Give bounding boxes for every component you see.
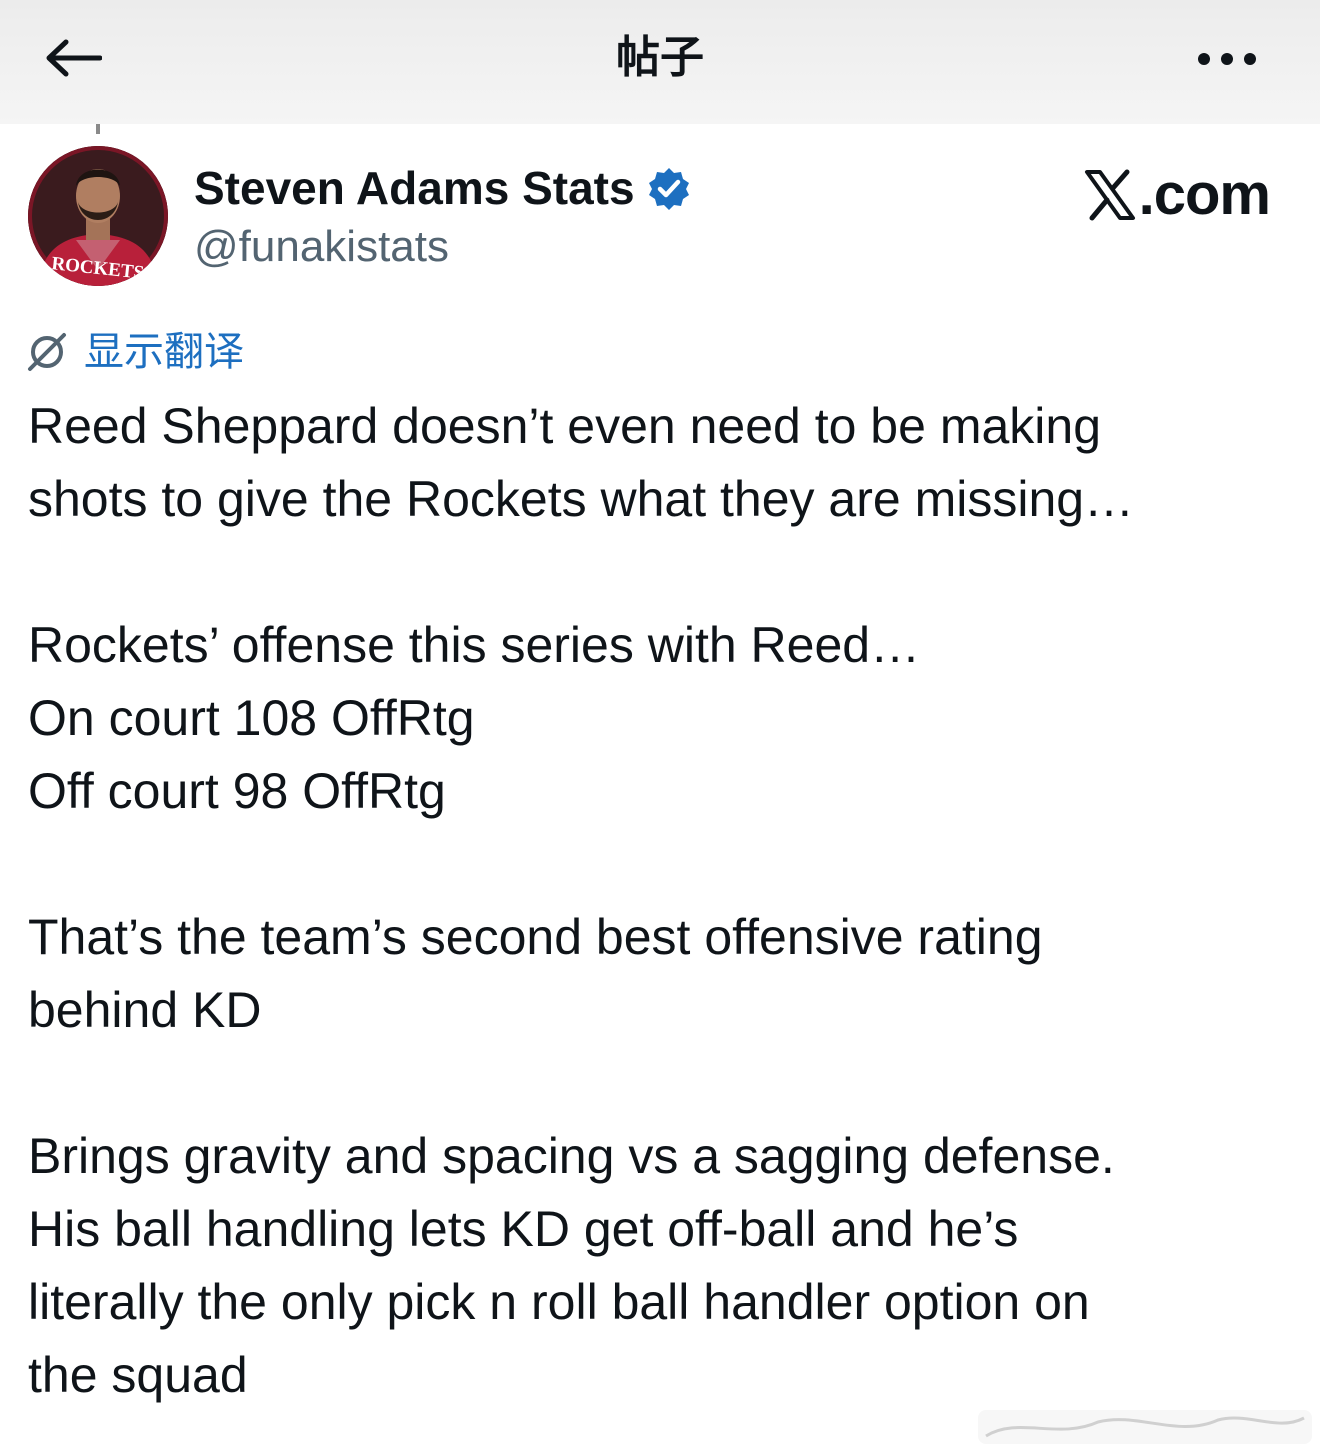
tweet-line: shots to give the Rockets what they are … bbox=[28, 471, 1135, 527]
corner-watermark-graphic bbox=[978, 1410, 1312, 1444]
show-translation-label: 显示翻译 bbox=[84, 330, 244, 374]
tweet-line: Rockets’ offense this series with Reed… bbox=[28, 617, 921, 673]
thread-connector bbox=[96, 124, 100, 134]
brand-watermark: .com bbox=[1083, 160, 1271, 230]
tweet-paragraph-gap bbox=[28, 828, 1288, 901]
brand-text: .com bbox=[1138, 162, 1271, 227]
top-navigation-bar: 帖子 bbox=[0, 0, 1320, 124]
author-name-text: Steven Adams Stats bbox=[194, 162, 635, 214]
x-logo-icon bbox=[1084, 169, 1135, 221]
back-button[interactable] bbox=[40, 30, 106, 86]
tweet-line: Off court 98 OffRtg bbox=[28, 763, 446, 819]
tweet-line: That’s the team’s second best offensive … bbox=[28, 909, 1043, 965]
tweet-text: Reed Sheppard doesn’t even need to be ma… bbox=[28, 390, 1288, 1412]
verified-badge-icon bbox=[648, 168, 689, 210]
tweet-line: Reed Sheppard doesn’t even need to be ma… bbox=[28, 398, 1101, 454]
avatar[interactable]: ROCKETS bbox=[28, 146, 168, 286]
tweet-line: On court 108 OffRtg bbox=[28, 690, 475, 746]
tweet-line: Brings gravity and spacing vs a sagging … bbox=[28, 1128, 1115, 1184]
tweet-paragraph-gap bbox=[28, 536, 1288, 609]
more-options-button[interactable] bbox=[1192, 36, 1262, 82]
tweet-line: the squad bbox=[28, 1347, 248, 1403]
author-display-name[interactable]: Steven Adams Stats bbox=[194, 160, 691, 216]
page-title: 帖子 bbox=[616, 33, 704, 82]
tweet-line: literally the only pick n roll ball hand… bbox=[28, 1274, 1090, 1330]
more-horizontal-icon bbox=[1198, 53, 1256, 65]
show-translation-button[interactable]: 显示翻译 bbox=[26, 324, 244, 380]
tweet-line: behind KD bbox=[28, 982, 262, 1038]
tweet-line: His ball handling lets KD get off-ball a… bbox=[28, 1201, 1019, 1257]
translate-globe-icon bbox=[28, 333, 66, 371]
tweet-paragraph-gap bbox=[28, 1047, 1288, 1120]
arrow-left-icon bbox=[46, 39, 102, 77]
author-handle[interactable]: @funakistats bbox=[194, 220, 449, 274]
